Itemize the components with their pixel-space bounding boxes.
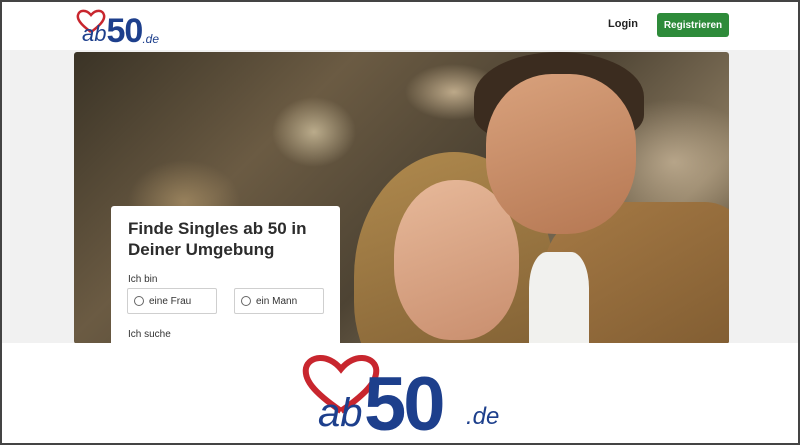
- logo-50: 50: [106, 12, 143, 50]
- register-button[interactable]: Registrieren: [657, 13, 729, 37]
- logo-de: .de: [466, 403, 500, 430]
- option-man-label: ein Mann: [256, 295, 298, 307]
- radio-icon: [241, 296, 251, 306]
- top-header: ab 50 .de Login Registrieren: [2, 2, 798, 50]
- brand-logo-large: ab 50 .de: [302, 353, 512, 443]
- logo-50: 50: [364, 362, 446, 445]
- i-am-label: Ich bin: [128, 274, 158, 285]
- site-logo[interactable]: ab 50 .de: [76, 8, 159, 48]
- logo-de: .de: [142, 32, 159, 46]
- couple-photo-shirt: [529, 252, 589, 344]
- radio-icon: [134, 296, 144, 306]
- logo-ab: ab: [318, 391, 363, 435]
- screenshot-frame: ab 50 .de Login Registrieren Finde Singl…: [0, 0, 800, 445]
- logo-ab: ab: [82, 21, 107, 46]
- search-card: Finde Singles ab 50 in Deiner Umgebung I…: [111, 206, 340, 356]
- option-woman[interactable]: eine Frau: [127, 288, 217, 314]
- search-title: Finde Singles ab 50 in Deiner Umgebung: [128, 219, 307, 259]
- option-man[interactable]: ein Mann: [234, 288, 324, 314]
- couple-photo-man-face: [486, 74, 636, 234]
- looking-for-label: Ich suche: [128, 329, 171, 340]
- brand-banner: ab 50 .de: [2, 343, 798, 443]
- option-woman-label: eine Frau: [149, 295, 192, 307]
- login-link[interactable]: Login: [608, 18, 638, 30]
